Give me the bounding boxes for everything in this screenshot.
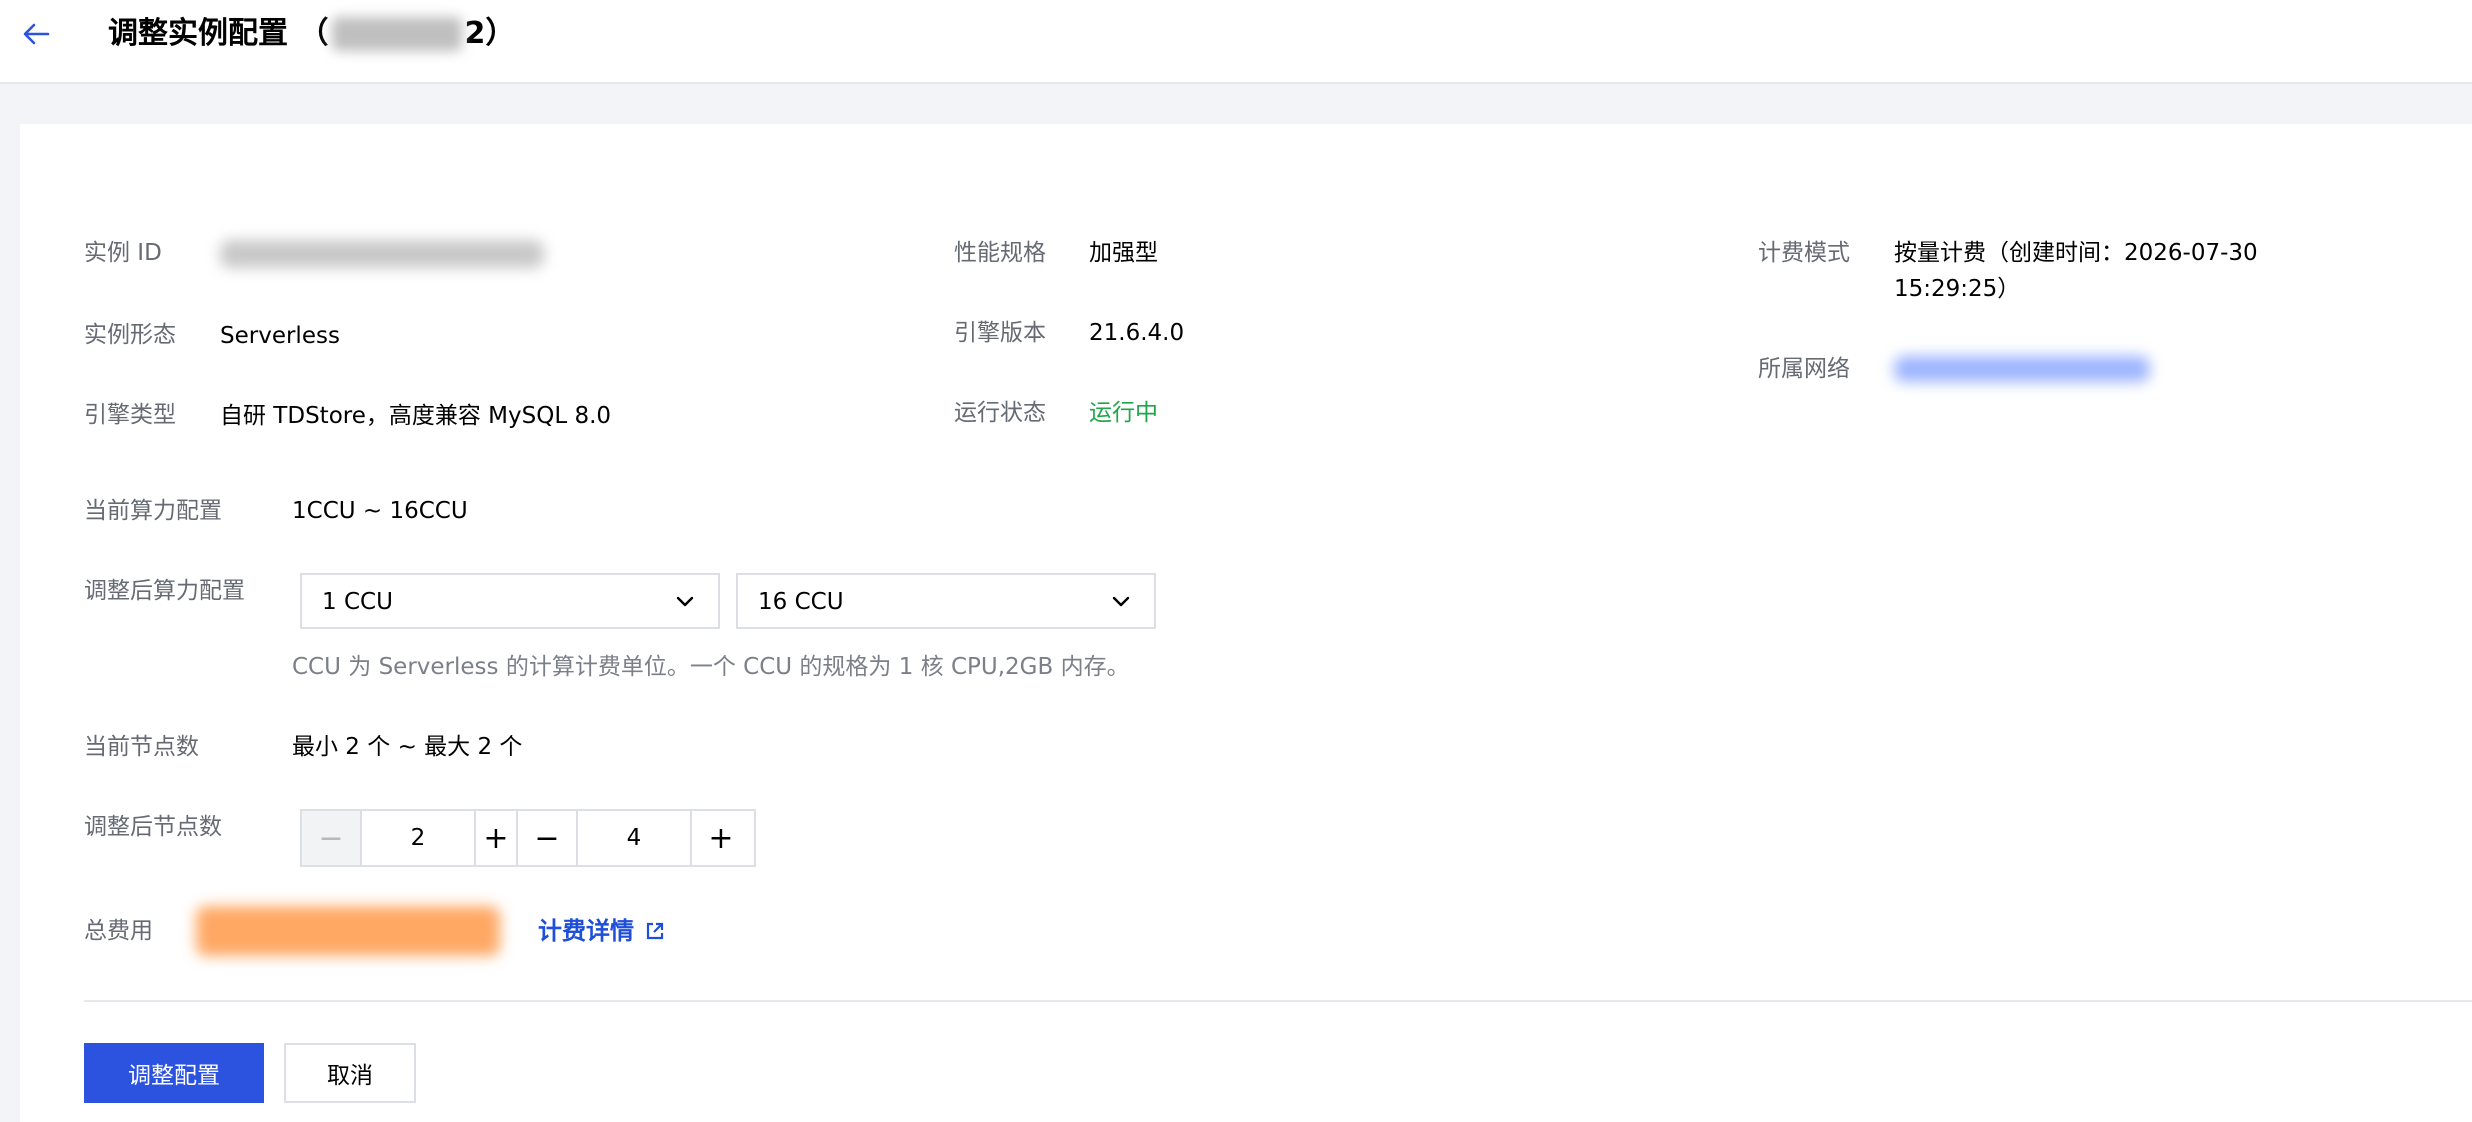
min-ccu-select-value: 1 CCU bbox=[322, 589, 393, 615]
top-bar: 调整实例配置 （ 2） bbox=[0, 0, 2472, 84]
page-title-suffix: 2） bbox=[464, 16, 516, 51]
redacted-total-fee bbox=[196, 906, 500, 956]
page-title: 调整实例配置 （ 2） bbox=[108, 10, 515, 58]
max-nodes-input[interactable] bbox=[576, 811, 692, 865]
instance-form-label: 实例形态 bbox=[84, 322, 176, 348]
spec-value: 加强型 bbox=[1089, 240, 1158, 266]
max-ccu-select[interactable]: 16 CCU bbox=[736, 573, 1156, 629]
redacted-network-link[interactable] bbox=[1894, 356, 2150, 382]
adjust-nodes-label: 调整后节点数 bbox=[84, 814, 222, 840]
external-link-icon bbox=[646, 922, 664, 940]
current-compute-value: 1CCU ~ 16CCU bbox=[292, 498, 468, 524]
min-nodes-input[interactable] bbox=[360, 811, 476, 865]
billing-details-link[interactable]: 计费详情 bbox=[538, 913, 666, 949]
redacted-instance-name bbox=[332, 17, 463, 51]
run-status-value: 运行中 bbox=[1089, 400, 1158, 426]
arrow-left-icon bbox=[23, 23, 50, 45]
instance-id-label: 实例 ID bbox=[84, 240, 162, 266]
spec-label: 性能规格 bbox=[954, 240, 1046, 266]
min-nodes-increment-button[interactable]: + bbox=[476, 811, 516, 865]
run-status-label: 运行状态 bbox=[954, 400, 1046, 426]
chevron-down-icon bbox=[1112, 596, 1130, 607]
min-nodes-decrement-button[interactable]: − bbox=[302, 811, 360, 865]
max-nodes-decrement-button[interactable]: − bbox=[518, 811, 576, 865]
back-button[interactable] bbox=[14, 12, 58, 56]
max-nodes-stepper[interactable]: − + bbox=[516, 809, 756, 867]
cancel-button[interactable]: 取消 bbox=[284, 1043, 416, 1103]
engine-type-value: 自研 TDStore，高度兼容 MySQL 8.0 bbox=[220, 403, 612, 429]
footer-divider bbox=[84, 1000, 2472, 1002]
min-ccu-select[interactable]: 1 CCU bbox=[300, 573, 720, 629]
billing-mode-value-line2: 15:29:25） bbox=[1894, 276, 2021, 302]
max-ccu-select-value: 16 CCU bbox=[758, 589, 844, 615]
ccu-hint: CCU 为 Serverless 的计算计费单位。一个 CCU 的规格为 1 核… bbox=[292, 654, 1130, 680]
current-compute-label: 当前算力配置 bbox=[84, 498, 222, 524]
min-nodes-stepper[interactable]: − + bbox=[300, 809, 518, 867]
billing-mode-label: 计费模式 bbox=[1758, 240, 1850, 266]
current-nodes-value: 最小 2 个 ~ 最大 2 个 bbox=[292, 734, 523, 760]
page-title-prefix: 调整实例配置 （ bbox=[108, 16, 329, 51]
chevron-down-icon bbox=[676, 596, 694, 607]
instance-form-value: Serverless bbox=[220, 323, 340, 349]
network-label: 所属网络 bbox=[1758, 356, 1850, 382]
billing-mode-value-line1: 按量计费（创建时间：2026-07-30 bbox=[1894, 240, 2258, 266]
redacted-instance-id bbox=[220, 240, 544, 268]
engine-version-value: 21.6.4.0 bbox=[1089, 320, 1185, 346]
current-nodes-label: 当前节点数 bbox=[84, 734, 199, 760]
confirm-adjust-button[interactable]: 调整配置 bbox=[84, 1043, 264, 1103]
max-nodes-increment-button[interactable]: + bbox=[692, 811, 750, 865]
adjust-compute-label: 调整后算力配置 bbox=[84, 578, 245, 604]
engine-version-label: 引擎版本 bbox=[954, 320, 1046, 346]
billing-details-link-label: 计费详情 bbox=[538, 917, 634, 945]
engine-type-label: 引擎类型 bbox=[84, 402, 176, 428]
total-fee-label: 总费用 bbox=[84, 918, 153, 944]
